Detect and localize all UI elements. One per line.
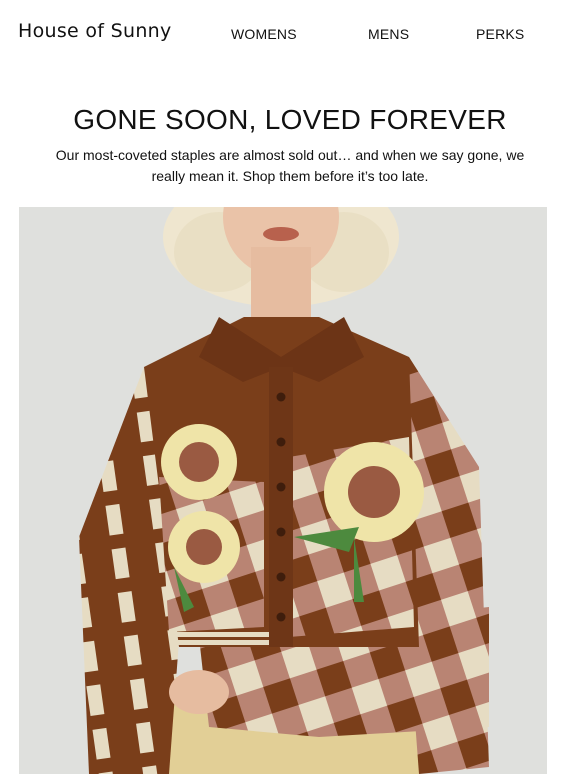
nav-item-mens[interactable]: MENS	[368, 26, 409, 42]
hero-subtext: Our most-coveted staples are almost sold…	[55, 147, 525, 184]
hero-image[interactable]	[19, 207, 547, 774]
brand-logo[interactable]: House of Sunny	[18, 20, 172, 42]
nav-item-womens[interactable]: WOMENS	[231, 26, 297, 42]
model-cardigan-illustration	[19, 207, 547, 774]
nav-item-perks[interactable]: PERKS	[476, 26, 524, 42]
hero-headline: GONE SOON, LOVED FOREVER	[73, 104, 507, 135]
site-header: House of Sunny WOMENS MENS PERKS	[0, 0, 580, 70]
